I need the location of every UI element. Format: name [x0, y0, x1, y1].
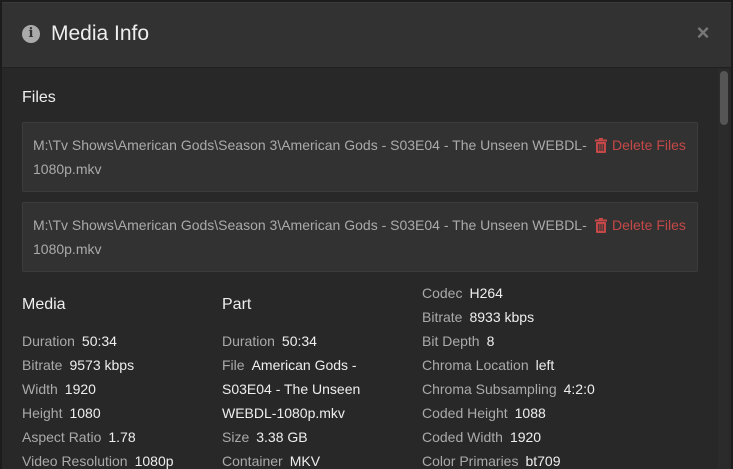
part-duration-row: Duration 50:34: [222, 329, 392, 353]
property-value: left: [535, 357, 555, 373]
property-value: 3.38 GB: [256, 429, 308, 445]
video-stream-properties: Codec H264 Bitrate 8933 kbps Bit Depth 8 Ch…: [422, 281, 595, 469]
property-value: bt709: [525, 453, 561, 469]
property-value: MKV: [289, 453, 321, 469]
property-value: H264: [469, 285, 503, 301]
delete-files-label: Delete Files: [612, 217, 686, 233]
media-properties: Duration 50:34 Bitrate 9573 kbps Width 1920…: [22, 329, 174, 469]
part-properties: Duration 50:34 File American Gods - S03E04…: [222, 329, 392, 469]
part-container-row: Container MKV: [222, 449, 392, 469]
file-path: M:\Tv Shows\American Gods\Season 3\Ameri…: [33, 217, 587, 257]
property-value: 8: [486, 333, 495, 349]
part-file-row: File American Gods - S03E04 - The Unseen …: [222, 353, 392, 425]
media-video-resolution-row: Video Resolution 1080p: [22, 449, 174, 469]
media-aspect-ratio-row: Aspect Ratio 1.78: [22, 425, 174, 449]
property-value: 1.78: [108, 429, 136, 445]
file-item: M:\Tv Shows\American Gods\Season 3\Ameri…: [22, 122, 698, 192]
media-heading: Media: [22, 296, 66, 313]
property-label: Aspect Ratio: [22, 429, 102, 445]
property-label: Duration: [22, 333, 75, 349]
modal-header: i Media Info ×: [2, 3, 731, 68]
property-value: 4:2:0: [563, 381, 595, 397]
video-chroma-subsampling-row: Chroma Subsampling 4:2:0: [422, 377, 595, 401]
property-label: File: [222, 357, 245, 373]
trash-icon: [595, 217, 607, 233]
scrollbar-thumb[interactable]: [720, 71, 728, 125]
property-label: Chroma Location: [422, 357, 529, 373]
property-label: Codec: [422, 285, 463, 301]
files-heading: Files: [22, 89, 56, 106]
property-label: Size: [222, 429, 250, 445]
video-coded-height-row: Coded Height 1088: [422, 401, 595, 425]
delete-files-button[interactable]: Delete Files: [595, 135, 686, 155]
delete-files-button[interactable]: Delete Files: [595, 215, 686, 235]
video-chroma-location-row: Chroma Location left: [422, 353, 595, 377]
property-label: Bitrate: [422, 309, 463, 325]
media-width-row: Width 1920: [22, 377, 174, 401]
property-value: 1080p: [134, 453, 174, 469]
delete-files-label: Delete Files: [612, 137, 686, 153]
property-value: 1080: [69, 405, 101, 421]
property-label: Bitrate: [22, 357, 63, 373]
video-color-primaries-row: Color Primaries bt709: [422, 449, 595, 469]
property-label: Chroma Subsampling: [422, 381, 557, 397]
media-info-modal: i Media Info × Files M:\Tv Shows\America…: [2, 2, 731, 469]
modal-title: Media Info: [51, 22, 150, 45]
media-bitrate-row: Bitrate 9573 kbps: [22, 353, 174, 377]
property-label: Height: [22, 405, 63, 421]
property-value: 1920: [64, 381, 96, 397]
part-heading: Part: [222, 296, 252, 313]
part-size-row: Size 3.38 GB: [222, 425, 392, 449]
property-label: Coded Height: [422, 405, 508, 421]
trash-icon: [595, 137, 607, 153]
property-label: Container: [222, 453, 283, 469]
property-label: Duration: [222, 333, 275, 349]
scrollbar-track[interactable]: [718, 69, 729, 469]
property-value: 8933 kbps: [469, 309, 535, 325]
property-label: Coded Width: [422, 429, 503, 445]
property-value: 50:34: [281, 333, 317, 349]
info-icon: i: [22, 25, 40, 43]
property-value: 1088: [514, 405, 546, 421]
media-duration-row: Duration 50:34: [22, 329, 174, 353]
property-label: Width: [22, 381, 58, 397]
property-value: 1920: [509, 429, 542, 445]
video-bitrate-row: Bitrate 8933 kbps: [422, 305, 595, 329]
property-value: 9573 kbps: [69, 357, 135, 373]
video-bit-depth-row: Bit Depth 8: [422, 329, 595, 353]
property-label: Color Primaries: [422, 453, 519, 469]
video-codec-row: Codec H264: [422, 281, 595, 305]
file-path: M:\Tv Shows\American Gods\Season 3\Ameri…: [33, 137, 587, 177]
file-item: M:\Tv Shows\American Gods\Season 3\Ameri…: [22, 202, 698, 272]
close-icon[interactable]: ×: [693, 21, 713, 45]
media-height-row: Height 1080: [22, 401, 174, 425]
video-coded-width-row: Coded Width 1920: [422, 425, 595, 449]
property-label: Video Resolution: [22, 453, 128, 469]
property-value: 50:34: [81, 333, 117, 349]
property-label: Bit Depth: [422, 333, 480, 349]
